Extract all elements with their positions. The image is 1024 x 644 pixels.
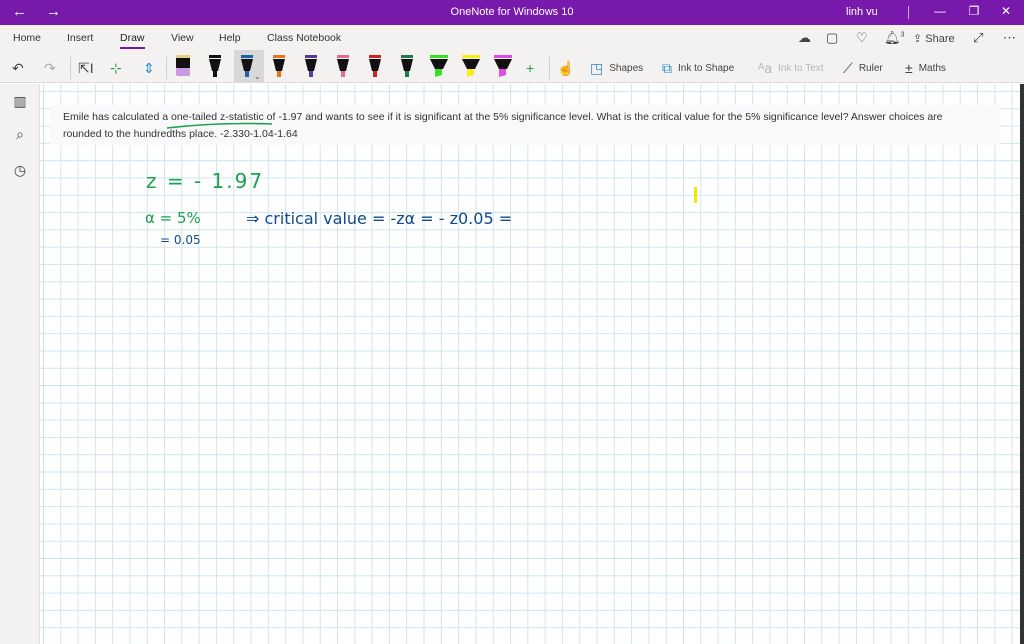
recent-clock-icon[interactable]: ◷ bbox=[10, 162, 30, 179]
orange-pen-button[interactable] bbox=[273, 55, 285, 77]
purple-pen-button[interactable] bbox=[305, 55, 317, 77]
magenta-highlighter-button[interactable] bbox=[494, 55, 512, 77]
pen-icon bbox=[337, 55, 349, 77]
touch-drawing-button[interactable]: ☝ bbox=[557, 57, 580, 79]
notebooks-icon[interactable]: ▥ bbox=[10, 93, 30, 110]
green-pen-button[interactable] bbox=[401, 55, 413, 77]
pen-icon bbox=[273, 55, 285, 77]
red-pen-button[interactable] bbox=[369, 55, 381, 77]
maths-icon: ± bbox=[905, 60, 913, 76]
blue-pen-button[interactable]: ⌄ bbox=[234, 50, 264, 82]
ink-to-shape-button[interactable]: ⧉ Ink to Shape bbox=[662, 57, 734, 79]
ink-to-shape-label: Ink to Shape bbox=[678, 62, 735, 74]
pen-icon bbox=[209, 55, 221, 77]
ink-to-text-label: Ink to Text bbox=[778, 62, 824, 74]
shapes-icon: ◳ bbox=[590, 59, 604, 76]
separator bbox=[549, 57, 550, 79]
shapes-label: Shapes bbox=[609, 62, 644, 74]
ruler-button[interactable]: ⟋ Ruler bbox=[843, 57, 883, 79]
title-separator bbox=[908, 6, 909, 19]
title-bar: ← → OneNote for Windows 10 linh vu — ❐ ✕ bbox=[0, 0, 1024, 25]
maths-button[interactable]: ± Maths bbox=[905, 57, 946, 79]
yellow-highlighter-button[interactable] bbox=[462, 55, 480, 77]
highlighter-icon bbox=[462, 55, 480, 77]
question-line-2: rounded to the hundredths place. -2.330-… bbox=[63, 128, 298, 140]
add-pen-button[interactable]: + bbox=[526, 57, 540, 79]
ink-to-text-button[interactable]: ᴬa Ink to Text bbox=[758, 57, 824, 79]
highlighter-icon bbox=[494, 55, 512, 77]
minimize-button[interactable]: — bbox=[930, 4, 950, 18]
ribbon: Home Insert Draw View Help Class Noteboo… bbox=[0, 25, 1024, 83]
ink-to-shape-icon: ⧉ bbox=[662, 59, 672, 76]
pen-icon bbox=[305, 55, 317, 77]
green-highlighter-button[interactable] bbox=[430, 55, 448, 77]
user-name[interactable]: linh vu bbox=[846, 6, 878, 18]
question-text-box[interactable]: Emile has calculated a one-tailed z-stat… bbox=[50, 105, 1000, 145]
ruler-icon: ⟋ bbox=[843, 59, 853, 76]
ruler-label: Ruler bbox=[858, 62, 883, 74]
window-edge bbox=[1020, 84, 1024, 644]
black-pen-button[interactable] bbox=[209, 55, 221, 77]
close-button[interactable]: ✕ bbox=[996, 4, 1016, 18]
highlighter-icon bbox=[430, 55, 448, 77]
shapes-button[interactable]: ◳ Shapes bbox=[590, 57, 643, 79]
restore-button[interactable]: ❐ bbox=[964, 4, 984, 18]
plus-icon: + bbox=[526, 60, 535, 76]
pink-pen-button[interactable] bbox=[337, 55, 349, 77]
sidebar: ▥ ⌕ ◷ bbox=[0, 84, 40, 644]
pen-icon bbox=[369, 55, 381, 77]
chevron-down-icon: ⌄ bbox=[254, 72, 261, 81]
eraser-button[interactable] bbox=[176, 55, 190, 76]
touch-draw-icon: ☝ bbox=[557, 59, 575, 76]
pen-icon bbox=[401, 55, 413, 77]
ink-to-text-icon: ᴬa bbox=[758, 60, 773, 76]
question-line-1: Emile has calculated a one-tailed z-stat… bbox=[63, 111, 943, 123]
maths-label: Maths bbox=[918, 62, 946, 74]
search-icon[interactable]: ⌕ bbox=[10, 126, 30, 143]
page-canvas[interactable] bbox=[40, 84, 1020, 644]
eraser-icon bbox=[176, 55, 190, 76]
